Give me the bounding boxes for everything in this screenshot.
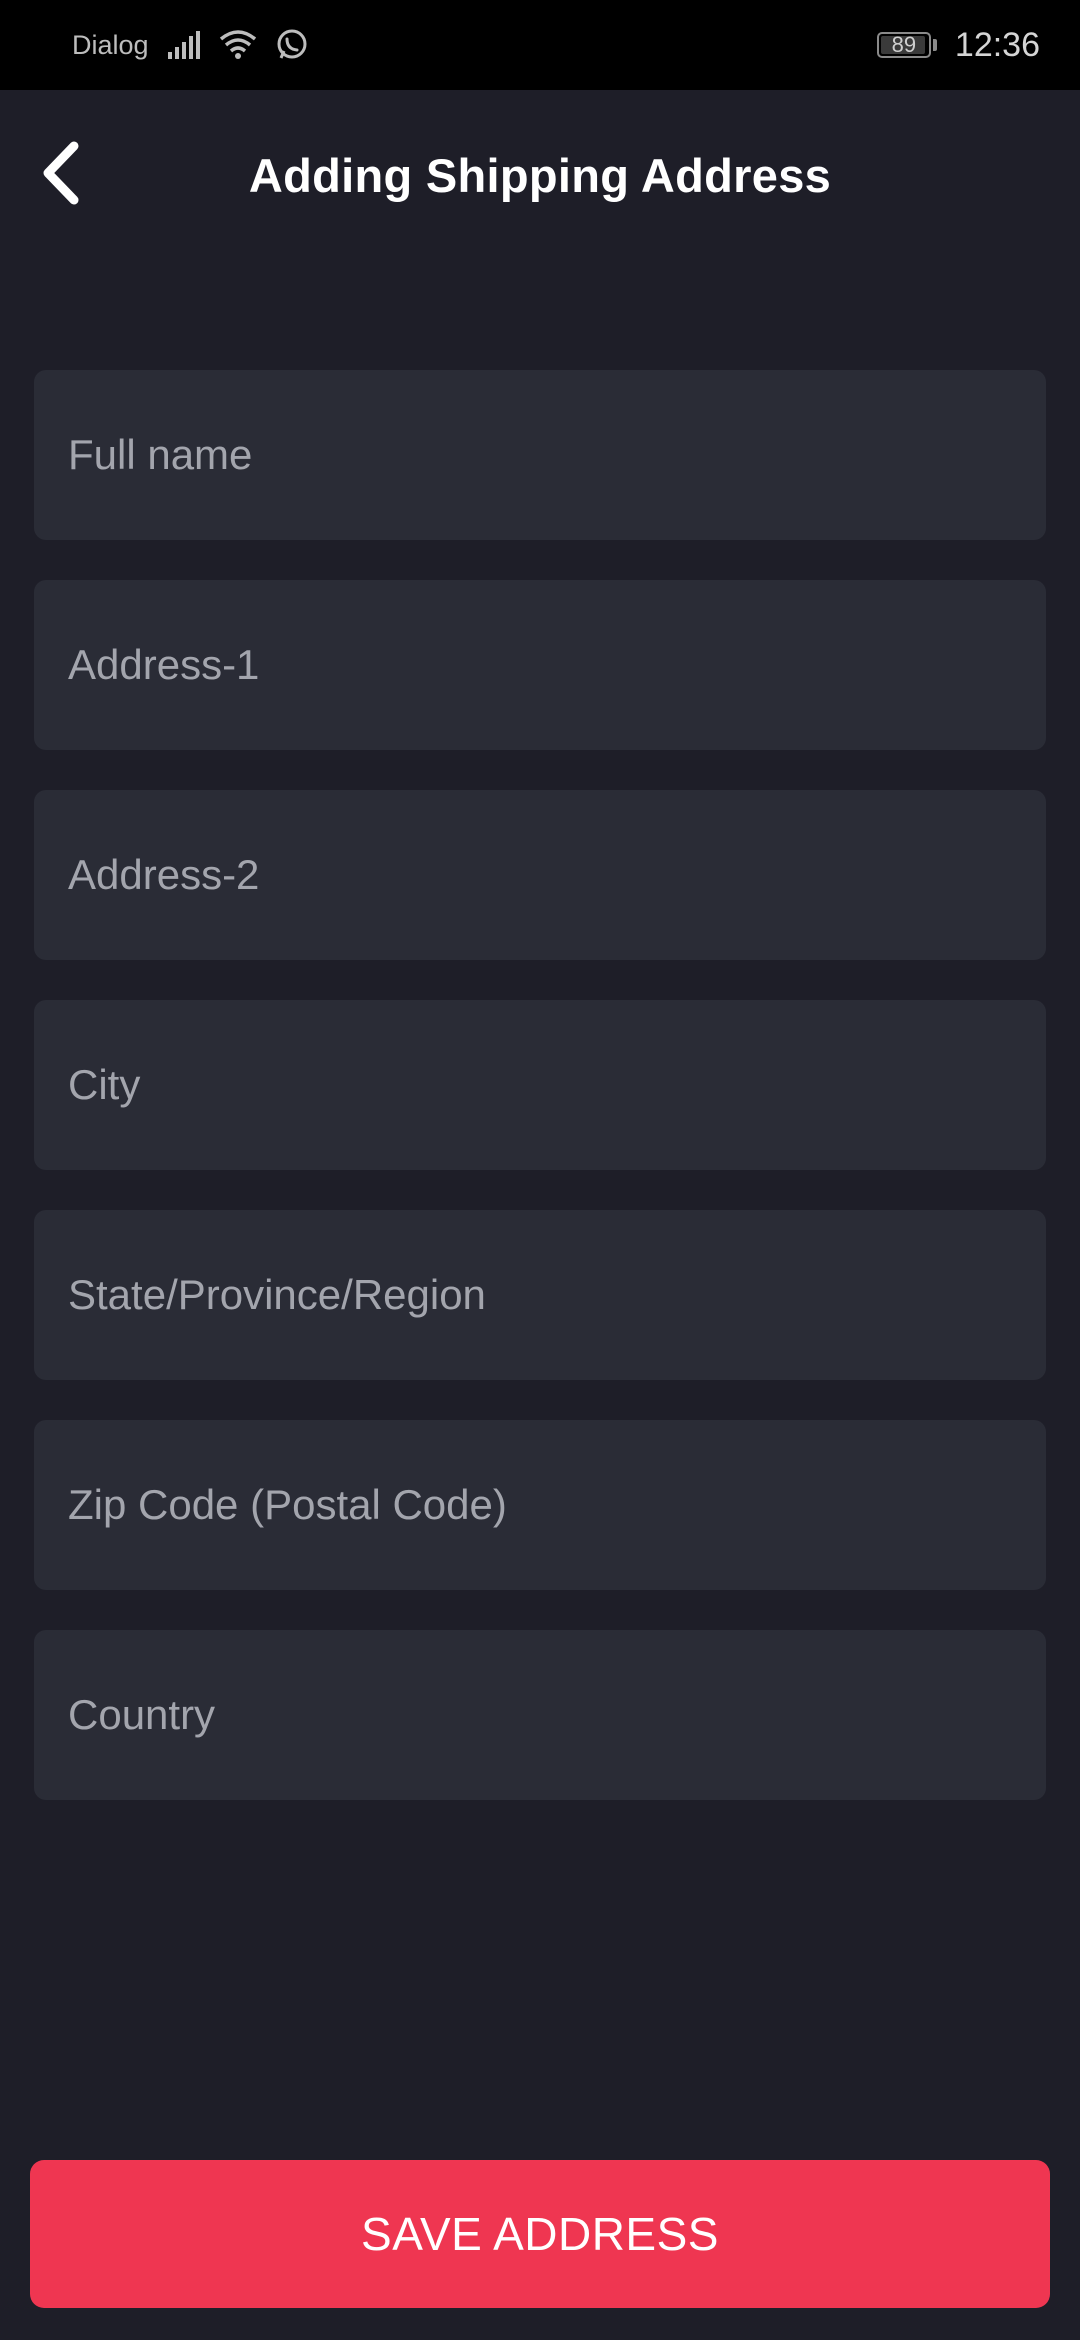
zip-code-field[interactable] [34,1420,1046,1590]
signal-icon [167,30,201,60]
country-input[interactable] [66,1690,1014,1740]
address-1-input[interactable] [66,640,1014,690]
full-name-input[interactable] [66,430,1014,480]
address-2-input[interactable] [66,850,1014,900]
full-name-field[interactable] [34,370,1046,540]
wifi-icon [219,29,257,61]
whatsapp-icon [275,28,309,62]
page-title: Adding Shipping Address [248,149,832,202]
state-province-region-input[interactable] [66,1270,1014,1320]
country-field[interactable] [34,1630,1046,1800]
battery-tip [932,39,937,51]
address-2-field[interactable] [34,790,1046,960]
shipping-address-form [34,370,1046,1840]
state-province-region-field[interactable] [34,1210,1046,1380]
battery-level: 89 [891,32,917,57]
app-header: Adding Shipping Address [0,90,1080,260]
status-bar: Dialog 89 12:36 [0,0,1080,90]
zip-code-input[interactable] [66,1480,1014,1530]
city-field[interactable] [34,1000,1046,1170]
battery-icon: 89 [876,32,931,58]
city-input[interactable] [66,1060,1014,1110]
carrier-label: Dialog [72,29,149,60]
save-address-button[interactable]: SAVE ADDRESS [30,2160,1050,2308]
clock: 12:36 [954,25,1040,64]
status-left: Dialog [72,0,309,90]
status-right: 89 12:36 [876,0,1040,90]
address-1-field[interactable] [34,580,1046,750]
